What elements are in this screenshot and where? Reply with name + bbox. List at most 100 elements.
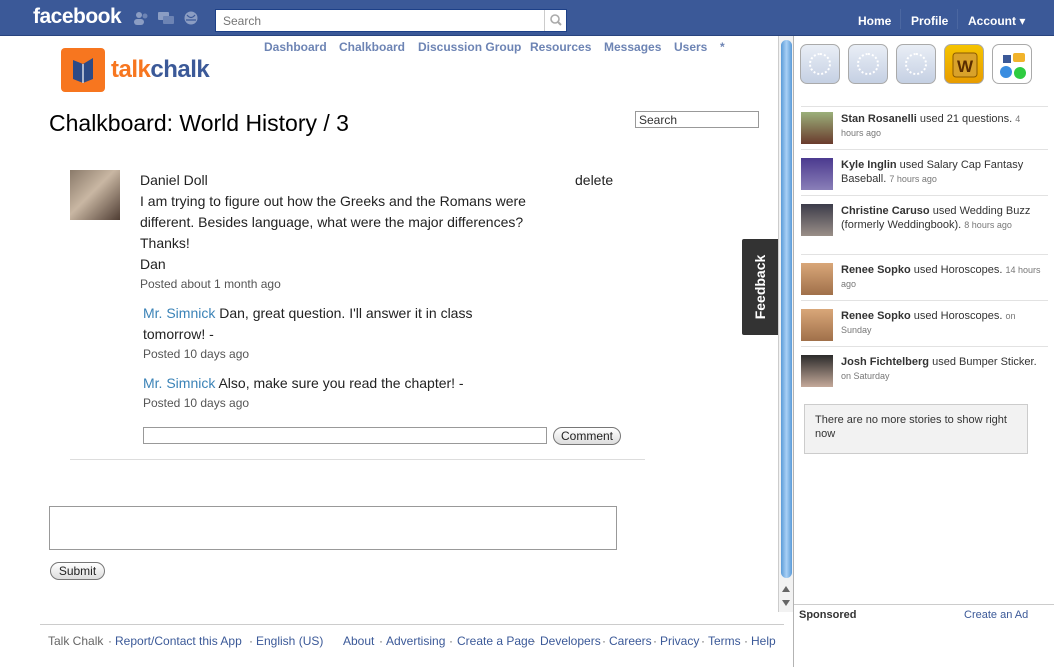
post-text-line: different. Besides language, what were t… <box>140 214 524 230</box>
reply-timestamp: Posted 10 days ago <box>143 347 250 361</box>
facebook-search-input[interactable] <box>216 10 542 31</box>
footer-sep: · <box>249 634 253 648</box>
app-nav-messages[interactable]: Messages <box>604 40 661 54</box>
divider <box>801 346 1048 347</box>
story-user-link[interactable]: Renee Sopko <box>841 310 911 322</box>
reply-text-cont: tomorrow! - <box>143 326 214 342</box>
divider <box>794 604 1054 605</box>
story-avatar[interactable] <box>801 355 833 387</box>
footer-report-link[interactable]: Report/Contact this App <box>115 634 242 648</box>
new-post-textarea[interactable] <box>49 506 617 550</box>
app-nav-star[interactable]: * <box>720 40 725 54</box>
scroll-up-arrow-icon[interactable] <box>782 586 790 592</box>
app-search-input[interactable] <box>635 111 759 128</box>
bookmark-app-flower-icon[interactable] <box>800 44 840 84</box>
story-user-link[interactable]: Stan Rosanelli <box>841 113 917 125</box>
footer-sep: · <box>108 634 112 648</box>
delete-link[interactable]: delete <box>575 170 613 191</box>
post-text-line: Thanks! <box>140 235 190 251</box>
story-user-link[interactable]: Renee Sopko <box>841 264 911 276</box>
story-user-link[interactable]: Josh Fichtelberg <box>841 356 929 368</box>
story-time: 8 hours ago <box>964 220 1012 230</box>
comment-button[interactable]: Comment <box>553 427 621 445</box>
notifications-globe-icon[interactable] <box>183 11 199 25</box>
footer-privacy-link[interactable]: Privacy <box>660 634 699 648</box>
feedback-tab[interactable]: Feedback <box>742 239 778 335</box>
story-action: used Horoscopes. <box>910 310 1003 322</box>
story-time: on Saturday <box>841 371 890 381</box>
facebook-search[interactable] <box>215 9 567 32</box>
talkchalk-logo-icon[interactable] <box>61 48 105 92</box>
nav-account[interactable]: Account ▾ <box>968 14 1025 28</box>
footer-advertising-link[interactable]: Advertising <box>386 634 445 648</box>
post-timestamp: Posted about 1 month ago <box>140 277 281 291</box>
words-with-friends-icon[interactable]: W <box>944 44 984 84</box>
footer-careers-link[interactable]: Careers <box>609 634 652 648</box>
facebook-logo[interactable]: facebook <box>33 5 122 29</box>
app-nav-chalkboard[interactable]: Chalkboard <box>339 40 405 54</box>
apps-bundle-icon[interactable] <box>992 44 1032 84</box>
bookmark-app-flower-icon[interactable] <box>848 44 888 84</box>
submit-button[interactable]: Submit <box>50 562 105 580</box>
footer-create-page-link[interactable]: Create a Page <box>457 634 534 648</box>
footer-sep: · <box>653 634 657 648</box>
sponsored-heading: Sponsored <box>799 609 857 621</box>
post-text-line: Dan <box>140 256 166 272</box>
footer-sep: · <box>701 634 705 648</box>
scrollbar-thumb[interactable] <box>781 40 792 578</box>
story-user-link[interactable]: Christine Caruso <box>841 205 930 217</box>
no-more-stories-box: There are no more stories to show right … <box>804 404 1028 454</box>
search-button[interactable] <box>544 10 566 31</box>
footer-divider <box>40 624 784 625</box>
footer-about-link[interactable]: About <box>343 634 374 648</box>
footer-sep: · <box>602 634 606 648</box>
story-action: used Horoscopes. <box>910 264 1003 276</box>
svg-text:W: W <box>957 57 974 76</box>
post-author-link[interactable]: Daniel Doll <box>140 170 208 191</box>
reply-author-link[interactable]: Mr. Simnick <box>143 375 215 391</box>
story-avatar[interactable] <box>801 158 833 190</box>
bookmark-app-flower-icon[interactable] <box>896 44 936 84</box>
talkchalk-wordmark[interactable]: talkchalk <box>111 56 210 84</box>
feedback-label: Feedback <box>752 254 768 320</box>
logo-chalk: chalk <box>150 56 210 83</box>
reply-text: Mr. Simnick Dan, great question. I'll an… <box>143 303 472 324</box>
reply-text: Mr. Simnick Also, make sure you read the… <box>143 373 464 394</box>
story-avatar[interactable] <box>801 112 833 144</box>
nav-profile[interactable]: Profile <box>911 14 948 28</box>
app-nav-users[interactable]: Users <box>674 40 707 54</box>
story-time: 7 hours ago <box>889 174 937 184</box>
avatar[interactable] <box>70 170 120 220</box>
scrollbar[interactable] <box>778 36 793 612</box>
magnifier-icon <box>550 14 562 26</box>
facebook-top-bar: facebook Home Profile Account ▾ <box>0 0 1054 36</box>
app-nav-dashboard[interactable]: Dashboard <box>264 40 327 54</box>
story-action: used Bumper Sticker. <box>929 356 1037 368</box>
story-avatar[interactable] <box>801 263 833 295</box>
app-nav-discussion-group[interactable]: Discussion Group <box>418 40 521 54</box>
messages-icon[interactable] <box>158 11 174 25</box>
story-user-link[interactable]: Kyle Inglin <box>841 159 897 171</box>
friend-requests-icon[interactable] <box>133 11 149 25</box>
story-avatar[interactable] <box>801 204 833 236</box>
reply-author-link[interactable]: Mr. Simnick <box>143 305 215 321</box>
footer-terms-link[interactable]: Terms <box>708 634 741 648</box>
nav-home[interactable]: Home <box>858 14 891 28</box>
logo-talk: talk <box>111 56 151 83</box>
story-avatar[interactable] <box>801 309 833 341</box>
right-sidebar: W Stan Rosanelli used 21 questions. 4 ho… <box>793 36 1054 667</box>
book-icon <box>73 58 93 83</box>
comment-input[interactable] <box>143 427 547 444</box>
divider <box>801 149 1048 150</box>
divider <box>801 254 1048 255</box>
create-ad-link[interactable]: Create an Ad <box>964 609 1028 621</box>
footer-app-name: Talk Chalk <box>48 634 104 648</box>
divider <box>70 459 645 460</box>
footer-help-link[interactable]: Help <box>751 634 776 648</box>
post-text-line: I am trying to figure out how the Greeks… <box>140 193 526 209</box>
apps-icon <box>1000 53 1026 79</box>
footer-developers-link[interactable]: Developers <box>540 634 601 648</box>
scroll-down-arrow-icon[interactable] <box>782 600 790 606</box>
footer-language-link[interactable]: English (US) <box>256 634 323 648</box>
app-nav-resources[interactable]: Resources <box>530 40 591 54</box>
